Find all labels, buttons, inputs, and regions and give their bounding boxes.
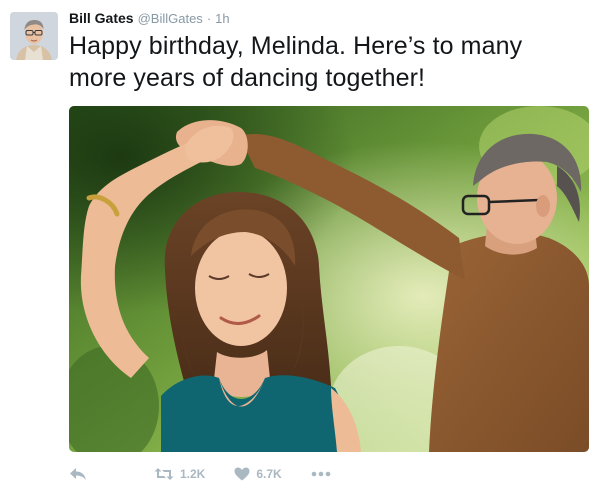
tweet-timestamp[interactable]: 1h <box>215 11 229 26</box>
author-handle[interactable]: @BillGates <box>138 11 203 26</box>
author-name[interactable]: Bill Gates <box>69 10 134 26</box>
tweet-header: Bill Gates @BillGates · 1h <box>69 10 230 28</box>
tweet-text: Happy birthday, Melinda. Here’s to many … <box>69 32 523 92</box>
more-button[interactable] <box>311 471 331 477</box>
meta-separator: · <box>206 11 212 26</box>
more-icon <box>311 471 331 477</box>
reply-icon <box>69 467 87 481</box>
retweet-button[interactable]: 1.2K <box>154 467 205 481</box>
tweet-actions: 1.2K 6.7K <box>69 462 331 486</box>
retweet-icon <box>154 467 174 481</box>
profile-avatar-image <box>10 12 58 60</box>
reply-button[interactable] <box>69 467 87 481</box>
heart-icon <box>234 467 250 481</box>
like-count: 6.7K <box>256 467 282 481</box>
dancing-photo-image <box>69 106 589 452</box>
tweet-photo[interactable] <box>69 106 589 452</box>
retweet-count: 1.2K <box>180 467 206 481</box>
tweet-card: Bill Gates @BillGates · 1h Happy birthda… <box>0 0 600 490</box>
author-avatar[interactable] <box>10 12 58 60</box>
like-button[interactable]: 6.7K <box>234 467 282 481</box>
